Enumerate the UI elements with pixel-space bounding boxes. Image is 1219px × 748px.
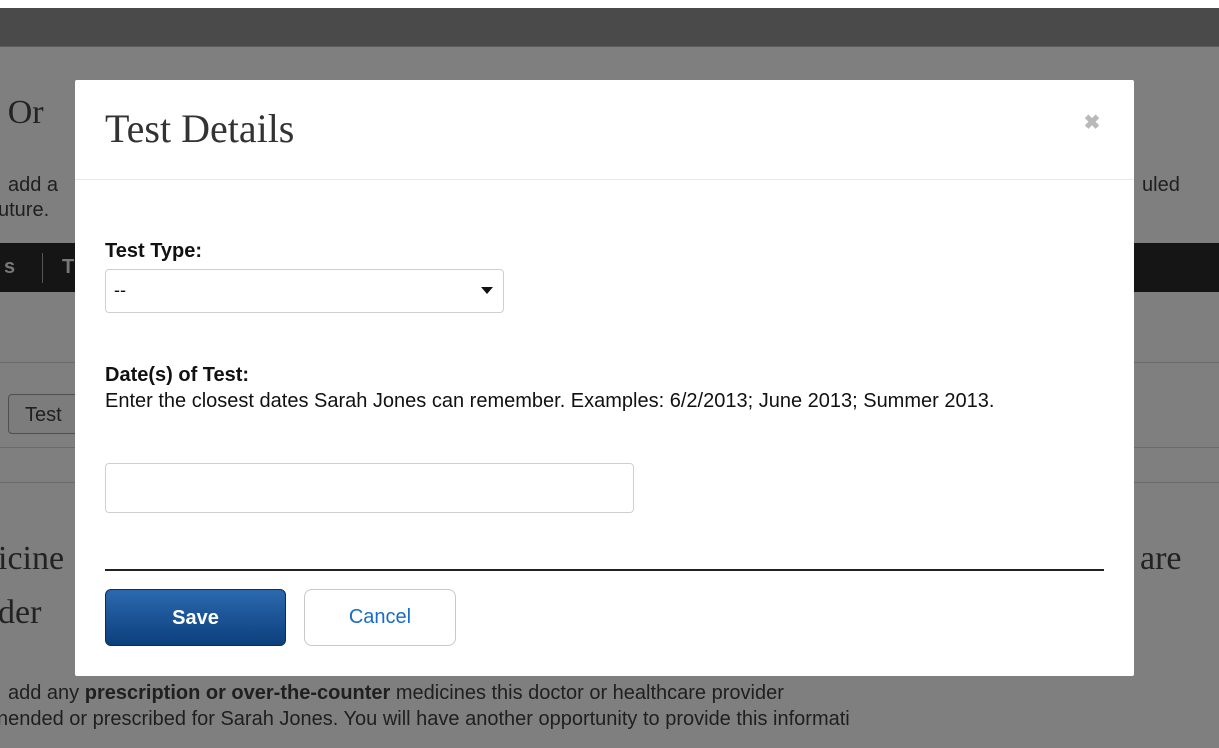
page-intro-text-left: add a <box>8 174 59 196</box>
page-intro-text-line2: uture. <box>0 199 50 221</box>
page-table-col-1: s <box>4 256 16 278</box>
page-header-bar <box>0 8 1219 47</box>
description-emphasis: prescription or over-the-counter <box>84 682 391 704</box>
modal-header: Test Details ✖ <box>75 80 1134 180</box>
page-medicines-heading-line2: der <box>0 594 42 631</box>
page-section-heading: s Or <box>0 94 44 131</box>
dates-help-text: Enter the closest dates Sarah Jones can … <box>105 390 995 412</box>
dates-of-test-input[interactable] <box>105 463 634 513</box>
description-text: add any <box>8 682 85 704</box>
page-add-test-button[interactable]: Test <box>8 394 78 434</box>
column-separator <box>42 253 43 283</box>
page-medicines-heading-right: are <box>1140 540 1182 577</box>
page-intro-text-right: uled <box>1142 174 1180 196</box>
dates-of-test-label: Date(s) of Test: <box>105 364 250 386</box>
test-type-selected-value: -- <box>114 280 126 300</box>
footer-divider <box>105 569 1104 571</box>
page-medicines-heading: icine <box>0 540 65 577</box>
page-top-strip <box>0 0 1219 8</box>
page-medicines-description: add any prescription or over-the-counter… <box>8 682 784 705</box>
test-type-label: Test Type: <box>105 240 203 262</box>
test-details-modal: Test Details ✖ Test Type: -- Date(s) of … <box>75 80 1134 676</box>
modal-title: Test Details <box>105 106 295 151</box>
test-type-select[interactable]: -- <box>105 269 504 313</box>
save-button[interactable]: Save <box>105 589 286 646</box>
cancel-button[interactable]: Cancel <box>304 589 456 646</box>
page-table-col-2: T <box>62 256 75 278</box>
close-icon[interactable]: ✖ <box>1081 112 1103 134</box>
description-text-end: medicines this doctor or healthcare prov… <box>390 682 784 704</box>
page-medicines-description-line2: nended or prescribed for Sarah Jones. Yo… <box>0 708 850 730</box>
chevron-down-icon <box>481 287 493 294</box>
